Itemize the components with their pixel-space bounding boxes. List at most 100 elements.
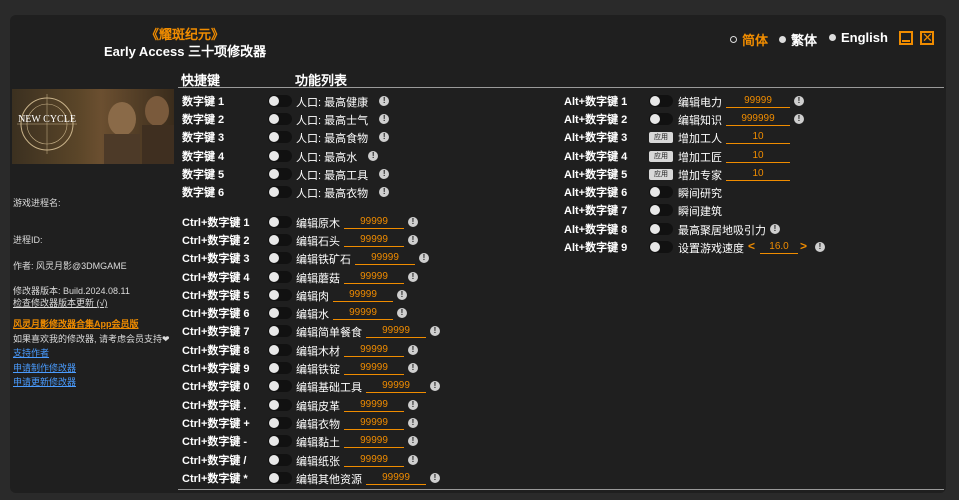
value-input[interactable]: 10 <box>726 131 790 144</box>
check-update-link[interactable]: 检查修改器版本更新 (√) <box>13 296 107 309</box>
apply-button[interactable]: 应用 <box>649 132 673 143</box>
hotkey-label: 数字键 6 <box>182 187 225 199</box>
value-input[interactable]: 99999 <box>366 325 426 338</box>
feature-name: 编辑原木 <box>296 218 340 230</box>
info-icon[interactable]: ! <box>815 242 825 252</box>
hotkey-label: Alt+数字键 4 <box>564 151 628 163</box>
feature-toggle[interactable] <box>268 380 292 392</box>
feature-toggle[interactable] <box>649 113 673 125</box>
feature-toggle[interactable] <box>268 271 292 283</box>
feature-toggle[interactable] <box>649 204 673 216</box>
minimize-button[interactable] <box>899 31 913 45</box>
value-input[interactable]: 99999 <box>344 344 404 357</box>
value-input[interactable]: 10 <box>726 150 790 163</box>
info-icon[interactable]: ! <box>430 326 440 336</box>
feature-toggle[interactable] <box>268 234 292 246</box>
feature-toggle[interactable] <box>268 325 292 337</box>
value-input[interactable]: 99999 <box>344 399 404 412</box>
speed-input[interactable]: 16.0 <box>760 241 798 254</box>
info-icon[interactable]: ! <box>408 345 418 355</box>
value-input[interactable]: 99999 <box>344 234 404 247</box>
value-input[interactable]: 99999 <box>366 472 426 485</box>
value-input[interactable]: 99999 <box>366 380 426 393</box>
feature-name: 增加专家 <box>678 170 722 182</box>
feature-toggle[interactable] <box>268 362 292 374</box>
feature-toggle[interactable] <box>268 307 292 319</box>
feature-toggle[interactable] <box>268 150 292 162</box>
hotkey-label: Ctrl+数字键 0 <box>182 381 250 393</box>
lang-traditional[interactable]: 繁体 <box>779 30 817 49</box>
value-input[interactable]: 99999 <box>344 454 404 467</box>
info-icon[interactable]: ! <box>770 224 780 234</box>
info-icon[interactable]: ! <box>408 436 418 446</box>
info-icon[interactable]: ! <box>397 308 407 318</box>
decrease-arrow[interactable]: < <box>748 239 755 253</box>
value-input[interactable]: 99999 <box>726 95 790 108</box>
feature-toggle[interactable] <box>268 252 292 264</box>
value-input[interactable]: 10 <box>726 168 790 181</box>
value-input[interactable]: 99999 <box>333 307 393 320</box>
value-input[interactable]: 99999 <box>344 216 404 229</box>
feature-toggle[interactable] <box>268 454 292 466</box>
feature-name: 最高聚居地吸引力 <box>678 225 766 237</box>
request-update-link[interactable]: 申请更新修改器 <box>13 375 76 388</box>
feature-toggle[interactable] <box>268 344 292 356</box>
hotkey-label: Ctrl+数字键 9 <box>182 363 250 375</box>
value-input[interactable]: 99999 <box>344 417 404 430</box>
feature-toggle[interactable] <box>268 417 292 429</box>
info-icon[interactable]: ! <box>408 363 418 373</box>
info-icon[interactable]: ! <box>430 473 440 483</box>
info-icon[interactable]: ! <box>408 217 418 227</box>
hotkey-label: Ctrl+数字键 . <box>182 400 247 412</box>
request-trainer-link[interactable]: 申请制作修改器 <box>13 361 76 374</box>
hotkey-label: Ctrl+数字键 5 <box>182 290 250 302</box>
close-button[interactable]: ✕ <box>920 31 934 45</box>
feature-toggle[interactable] <box>268 131 292 143</box>
feature-name: 编辑衣物 <box>296 419 340 431</box>
feature-name: 增加工人 <box>678 133 722 145</box>
value-input[interactable]: 99999 <box>344 271 404 284</box>
lang-english[interactable]: English <box>829 30 888 45</box>
info-icon[interactable]: ! <box>408 235 418 245</box>
info-icon[interactable]: ! <box>408 400 418 410</box>
value-input[interactable]: 99999 <box>344 362 404 375</box>
feature-toggle[interactable] <box>268 472 292 484</box>
apply-button[interactable]: 应用 <box>649 169 673 180</box>
info-icon[interactable]: ! <box>408 455 418 465</box>
feature-toggle[interactable] <box>268 95 292 107</box>
info-icon[interactable]: ! <box>794 114 804 124</box>
info-icon[interactable]: ! <box>397 290 407 300</box>
value-input[interactable]: 999999 <box>726 113 790 126</box>
feature-name: 编辑木材 <box>296 346 340 358</box>
lang-simplified[interactable]: 简体 <box>730 30 768 49</box>
app-member-link[interactable]: 风灵月影修改器合集App会员版 <box>13 317 139 330</box>
feature-toggle[interactable] <box>268 289 292 301</box>
hotkey-label: Ctrl+数字键 6 <box>182 308 250 320</box>
feature-toggle[interactable] <box>268 113 292 125</box>
value-input[interactable]: 99999 <box>355 252 415 265</box>
hotkey-label: Ctrl+数字键 7 <box>182 326 250 338</box>
info-icon[interactable]: ! <box>794 96 804 106</box>
info-icon[interactable]: ! <box>430 381 440 391</box>
info-icon[interactable]: ! <box>408 272 418 282</box>
feature-toggle[interactable] <box>268 216 292 228</box>
feature-name: 编辑水 <box>296 309 329 321</box>
feature-toggle[interactable] <box>268 168 292 180</box>
radio-icon <box>829 34 836 41</box>
feature-toggle[interactable] <box>268 399 292 411</box>
feature-toggle[interactable] <box>268 435 292 447</box>
support-author-link[interactable]: 支持作者 <box>13 346 49 359</box>
hotkey-label: Ctrl+数字键 + <box>182 418 250 430</box>
apply-button[interactable]: 应用 <box>649 151 673 162</box>
increase-arrow[interactable]: > <box>800 239 807 253</box>
feature-name: 编辑知识 <box>678 115 722 127</box>
value-input[interactable]: 99999 <box>344 435 404 448</box>
feature-toggle[interactable] <box>649 186 673 198</box>
info-icon[interactable]: ! <box>419 253 429 263</box>
feature-toggle[interactable] <box>649 95 673 107</box>
info-icon[interactable]: ! <box>408 418 418 428</box>
value-input[interactable]: 99999 <box>333 289 393 302</box>
feature-toggle[interactable] <box>649 223 673 235</box>
feature-toggle[interactable] <box>649 241 673 253</box>
feature-toggle[interactable] <box>268 186 292 198</box>
